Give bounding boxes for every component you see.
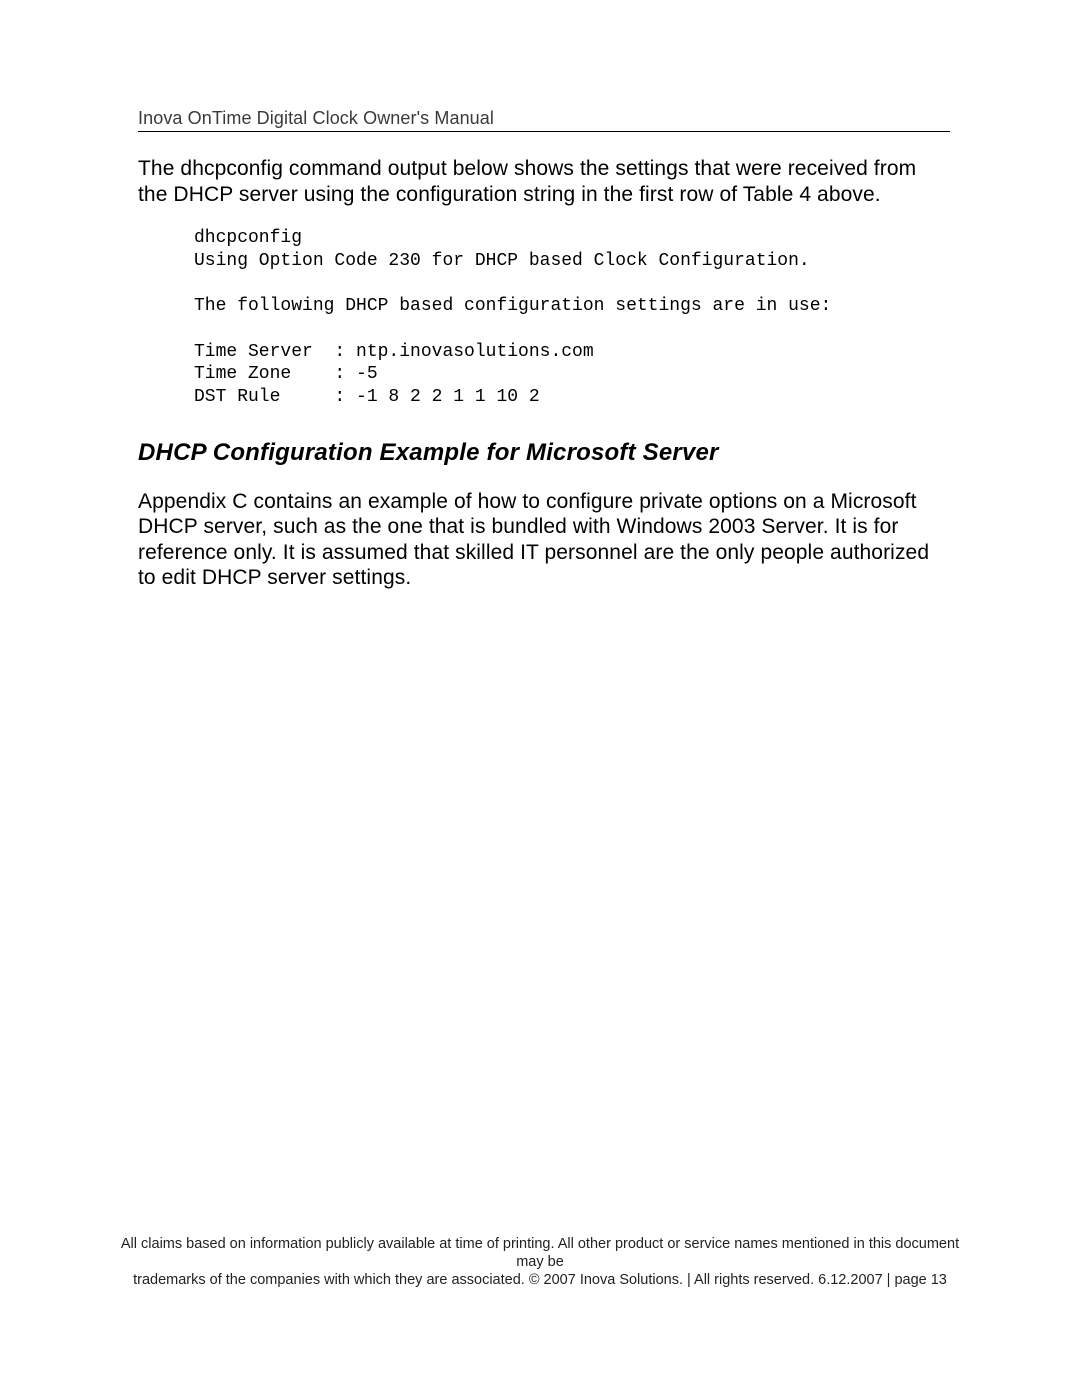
section-paragraph: Appendix C contains an example of how to… [138, 489, 950, 591]
footer-line-1: All claims based on information publicly… [120, 1235, 960, 1271]
footer-line-2: trademarks of the companies with which t… [120, 1271, 960, 1289]
running-head: Inova OnTime Digital Clock Owner's Manua… [138, 108, 950, 132]
dhcpconfig-output: dhcpconfig Using Option Code 230 for DHC… [194, 227, 950, 408]
intro-paragraph: The dhcpconfig command output below show… [138, 156, 950, 207]
document-page: Inova OnTime Digital Clock Owner's Manua… [0, 0, 1080, 1397]
section-heading: DHCP Configuration Example for Microsoft… [138, 439, 950, 467]
page-footer: All claims based on information publicly… [0, 1235, 1080, 1289]
